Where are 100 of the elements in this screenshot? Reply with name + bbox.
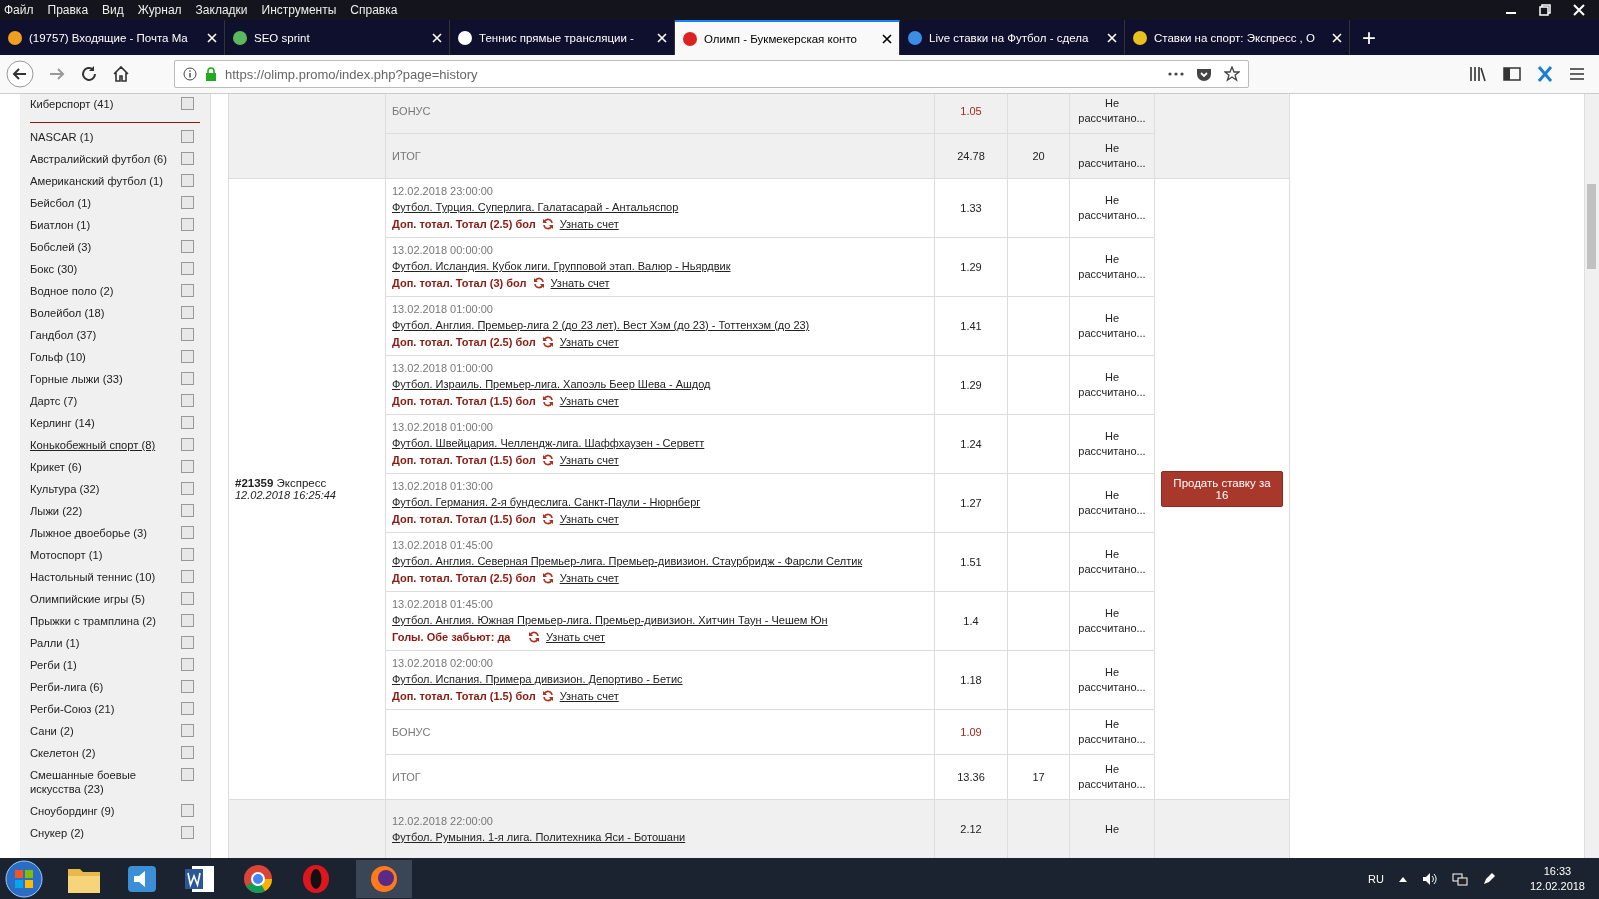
score-link[interactable]: Узнать счет: [559, 510, 619, 528]
sport-filter-label[interactable]: Дартс (7): [30, 394, 170, 408]
sport-filter-label[interactable]: Водное поло (2): [30, 284, 170, 298]
menu-icon[interactable]: [1569, 67, 1585, 81]
sport-filter-label[interactable]: Скелетон (2): [30, 746, 170, 760]
checkbox[interactable]: [181, 570, 194, 583]
checkbox[interactable]: [181, 306, 194, 319]
sport-filter-label[interactable]: Лыжное двоеборье (3): [30, 526, 170, 540]
sport-filter-label[interactable]: Крикет (6): [30, 460, 170, 474]
score-link[interactable]: Узнать счет: [559, 569, 619, 587]
match-link[interactable]: Футбол. Израиль. Премьер-лига. Хапоэль Беер Шева - Ашдод: [392, 378, 711, 390]
match-link[interactable]: Футбол. Англия. Южная Премьер-лига. Премьер-дивизион. Хитчин Таун - Чешем Юн: [392, 614, 828, 626]
match-link[interactable]: Футбол. Румыния. 1-я лига. Политехника Яси - Ботошани: [392, 831, 686, 843]
score-link[interactable]: Узнать счет: [559, 392, 619, 410]
menu-item[interactable]: Журнал: [137, 3, 182, 17]
score-link[interactable]: Узнать счет: [550, 274, 610, 292]
more-icon[interactable]: [1168, 71, 1184, 77]
sidebar-icon[interactable]: [1503, 66, 1521, 82]
firefox-icon[interactable]: [356, 859, 412, 898]
sport-filter-label[interactable]: Бокс (30): [30, 262, 170, 276]
extension-icon[interactable]: [1537, 65, 1553, 83]
restore-icon[interactable]: [1539, 4, 1551, 16]
sport-filter-label[interactable]: Олимпийские игры (5): [30, 592, 170, 606]
checkbox[interactable]: [181, 504, 194, 517]
sport-filter-label[interactable]: Бобслей (3): [30, 240, 170, 254]
sport-filter-label[interactable]: Биатлон (1): [30, 218, 170, 232]
match-link[interactable]: Футбол. Швейцария. Челлендж-лига. Шаффхаузен - Серветт: [392, 437, 705, 449]
checkbox[interactable]: [181, 174, 194, 187]
sport-filter-label[interactable]: NASCAR (1): [30, 130, 170, 144]
checkbox[interactable]: [181, 130, 194, 143]
checkbox[interactable]: [181, 416, 194, 429]
checkbox[interactable]: [181, 548, 194, 561]
address-bar[interactable]: https://olimp.promo/index.php?page=history: [174, 60, 1249, 88]
clock[interactable]: 16:33 12.02.2018: [1529, 863, 1585, 894]
checkbox[interactable]: [181, 218, 194, 231]
sport-filter-label[interactable]: Сани (2): [30, 724, 170, 738]
menu-item[interactable]: Файл: [4, 3, 34, 17]
checkbox[interactable]: [181, 680, 194, 693]
checkbox[interactable]: [181, 394, 194, 407]
checkbox[interactable]: [181, 724, 194, 737]
score-link[interactable]: Узнать счет: [559, 687, 619, 705]
sport-filter-label[interactable]: Регби (1): [30, 658, 170, 672]
language-indicator[interactable]: RU: [1368, 872, 1384, 885]
sport-filter-label[interactable]: Керлинг (14): [30, 416, 170, 430]
sport-filter-label[interactable]: Мотоспорт (1): [30, 548, 170, 562]
home-icon[interactable]: [112, 65, 130, 83]
sport-filter-label[interactable]: Волейбол (18): [30, 306, 170, 320]
sport-filter-label[interactable]: Гольф (10): [30, 350, 170, 364]
close-icon[interactable]: [882, 33, 892, 44]
checkbox[interactable]: [181, 196, 194, 209]
checkbox[interactable]: [181, 284, 194, 297]
volume-icon[interactable]: [1421, 871, 1438, 886]
back-icon[interactable]: [6, 60, 34, 88]
checkbox[interactable]: [181, 768, 194, 781]
start-button[interactable]: [4, 858, 44, 899]
match-link[interactable]: Футбол. Испания. Примера дивизион. Депортиво - Бетис: [392, 673, 683, 685]
sport-filter-label[interactable]: Гандбол (37): [30, 328, 170, 342]
sport-filter-label[interactable]: Киберспорт (41): [30, 97, 170, 111]
sport-filter-label[interactable]: Снукер (2): [30, 826, 170, 840]
checkbox[interactable]: [181, 482, 194, 495]
menu-item[interactable]: Справка: [350, 3, 398, 17]
network-icon[interactable]: [1451, 871, 1468, 886]
sell-bet-button[interactable]: Продать ставку за 16: [1161, 471, 1283, 507]
match-link[interactable]: Футбол. Исландия. Кубок лиги. Групповой этап. Валюр - Ньярдвик: [392, 260, 731, 272]
reload-icon[interactable]: [80, 65, 98, 83]
checkbox[interactable]: [181, 438, 194, 451]
checkbox[interactable]: [181, 804, 194, 817]
checkbox[interactable]: [181, 702, 194, 715]
sport-filter-label[interactable]: Настольный теннис (10): [30, 570, 170, 584]
score-link[interactable]: Узнать счет: [559, 215, 619, 233]
sport-filter-label[interactable]: Австралийский футбол (6): [30, 152, 170, 166]
checkbox[interactable]: [181, 746, 194, 759]
match-link[interactable]: Футбол. Турция. Суперлига. Галатасарай - Антальяспор: [392, 201, 679, 213]
score-link[interactable]: Узнать счет: [546, 628, 606, 646]
star-icon[interactable]: [1224, 66, 1240, 82]
checkbox[interactable]: [181, 328, 194, 341]
sport-filter-label[interactable]: Горные лыжи (33): [30, 372, 170, 386]
sport-filter-label[interactable]: Ралли (1): [30, 636, 170, 650]
sport-filter-label[interactable]: Культура (32): [30, 482, 170, 496]
pocket-icon[interactable]: [1196, 66, 1212, 82]
checkbox[interactable]: [181, 826, 194, 839]
checkbox[interactable]: [181, 350, 194, 363]
sport-filter-label[interactable]: Прыжки с трамплина (2): [30, 614, 170, 628]
sport-filter-label[interactable]: Регби-Союз (21): [30, 702, 170, 716]
sport-filter-label[interactable]: Лыжи (22): [30, 504, 170, 518]
match-link[interactable]: Футбол. Германия. 2-я бундеслига. Санкт-Паули - Нюрнберг: [392, 496, 701, 508]
score-link[interactable]: Узнать счет: [559, 333, 619, 351]
sport-filter-label[interactable]: Смешанные боевые искусства (23): [30, 768, 170, 796]
match-link[interactable]: Футбол. Англия. Премьер-лига 2 (до 23 лет). Вест Хэм (до 23) - Тоттенхэм (до 23): [392, 319, 810, 331]
sport-filter-label[interactable]: Сноубординг (9): [30, 804, 170, 818]
score-link[interactable]: Узнать счет: [559, 451, 619, 469]
checkbox[interactable]: [181, 592, 194, 605]
checkbox[interactable]: [181, 240, 194, 253]
checkbox[interactable]: [181, 658, 194, 671]
library-icon[interactable]: [1469, 66, 1487, 82]
menu-item[interactable]: Правка: [47, 3, 89, 17]
menu-item[interactable]: Закладки: [195, 3, 248, 17]
pen-icon[interactable]: [1481, 871, 1496, 886]
sport-filter-label[interactable]: Регби-лига (6): [30, 680, 170, 694]
checkbox[interactable]: [181, 372, 194, 385]
